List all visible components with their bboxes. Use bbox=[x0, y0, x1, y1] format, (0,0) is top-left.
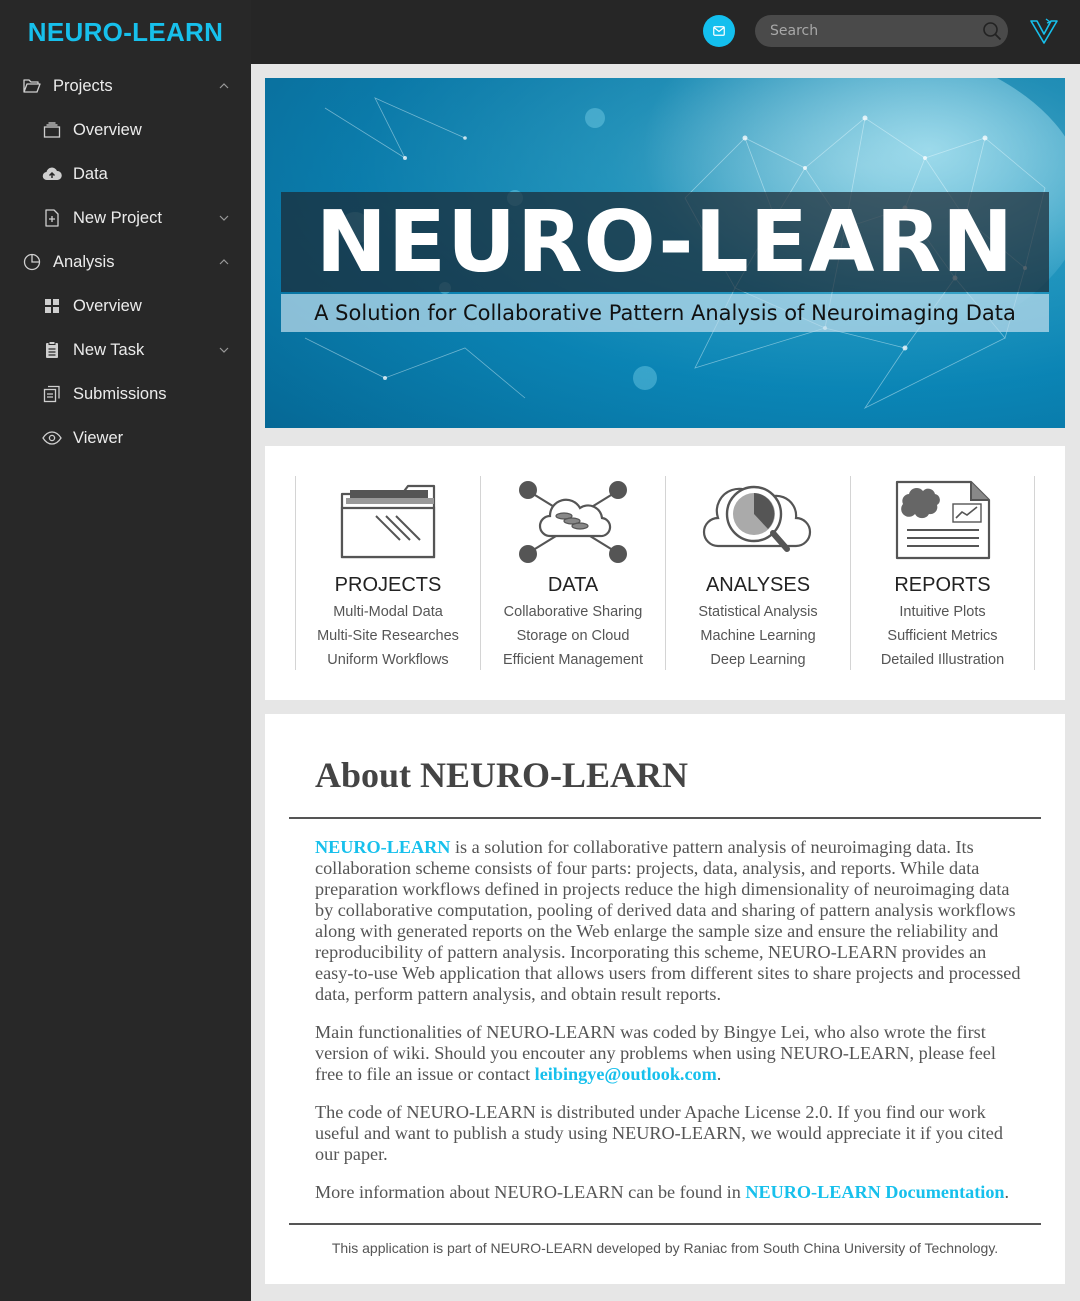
about-text: NEURO-LEARN is a solution for collaborat… bbox=[315, 837, 1025, 1220]
sidebar-item-new-project[interactable]: New Project bbox=[0, 196, 251, 240]
folder-icon bbox=[296, 478, 480, 564]
file-add-icon bbox=[42, 208, 62, 228]
banner-title-box: NEURO-LEARN bbox=[281, 192, 1049, 292]
footer-text: This application is part of NEURO-LEARN … bbox=[331, 1240, 999, 1256]
feature-line: Efficient Management bbox=[503, 652, 643, 668]
feature-line: Multi-Site Researches bbox=[317, 628, 459, 644]
feature-data[interactable]: DATA Collaborative Sharing Storage on Cl… bbox=[480, 476, 665, 670]
banner-title: NEURO-LEARN bbox=[315, 192, 1015, 292]
cloud-search-chart-icon bbox=[666, 478, 850, 564]
pie-chart-icon bbox=[22, 252, 42, 272]
feature-line: Statistical Analysis bbox=[698, 604, 818, 620]
banner-subtitle-box: A Solution for Collaborative Pattern Ana… bbox=[281, 294, 1049, 332]
about-title: About NEURO-LEARN bbox=[315, 755, 689, 795]
paragraph-text: is a solution for collaborative pattern … bbox=[315, 837, 1021, 1004]
sidebar-item-label: Projects bbox=[53, 76, 113, 95]
feature-title: REPORTS bbox=[894, 574, 991, 596]
chevron-down-icon bbox=[217, 343, 231, 357]
feature-line: Detailed Illustration bbox=[880, 652, 1005, 668]
feature-projects[interactable]: PROJECTS Multi-Modal Data Multi-Site Res… bbox=[295, 476, 480, 670]
feature-line: Multi-Modal Data bbox=[333, 604, 443, 620]
paragraph-text: The code of NEURO-LEARN is distributed u… bbox=[315, 1102, 1003, 1164]
mail-icon bbox=[713, 26, 725, 36]
about-paragraph: NEURO-LEARN is a solution for collaborat… bbox=[315, 837, 1025, 1005]
sidebar-item-new-task[interactable]: New Task bbox=[0, 328, 251, 372]
brand-logo[interactable]: NEURO-LEARN bbox=[0, 0, 251, 64]
stack-icon bbox=[42, 120, 62, 140]
feature-line: Machine Learning bbox=[700, 628, 816, 644]
search-input[interactable] bbox=[770, 23, 970, 39]
chevron-down-icon bbox=[217, 211, 231, 225]
features-panel: PROJECTS Multi-Modal Data Multi-Site Res… bbox=[265, 446, 1065, 700]
feature-analyses[interactable]: ANALYSES Statistical Analysis Machine Le… bbox=[665, 476, 850, 670]
feature-line: Storage on Cloud bbox=[516, 628, 630, 644]
top-header bbox=[251, 0, 1080, 64]
sidebar-item-label: Data bbox=[73, 164, 108, 183]
sidebar-item-label: Viewer bbox=[73, 428, 124, 447]
clipboard-icon bbox=[42, 340, 62, 360]
documentation-link[interactable]: NEURO-LEARN Documentation bbox=[745, 1182, 1004, 1202]
vue-logo-icon[interactable] bbox=[1029, 17, 1059, 45]
sidebar-item-label: Overview bbox=[73, 296, 142, 315]
sidebar-item-data[interactable]: Data bbox=[0, 152, 251, 196]
documents-icon bbox=[42, 384, 62, 404]
email-link[interactable]: leibingye@outlook.com bbox=[535, 1064, 717, 1084]
paragraph-end: . bbox=[716, 1064, 722, 1084]
feature-title: ANALYSES bbox=[705, 574, 811, 596]
divider bbox=[289, 817, 1041, 819]
about-paragraph: More information about NEURO-LEARN can b… bbox=[315, 1182, 1025, 1203]
sidebar-item-label: Submissions bbox=[73, 384, 167, 403]
report-document-icon bbox=[851, 478, 1034, 564]
neuro-learn-link[interactable]: NEURO-LEARN bbox=[315, 837, 450, 857]
about-panel: About NEURO-LEARN NEURO-LEARN is a solut… bbox=[265, 714, 1065, 1284]
feature-line: Deep Learning bbox=[710, 652, 806, 668]
paragraph-text: More information about NEURO-LEARN can b… bbox=[315, 1182, 746, 1202]
sidebar-item-analysis-overview[interactable]: Overview bbox=[0, 284, 251, 328]
divider bbox=[289, 1223, 1041, 1225]
sidebar-item-label: New Task bbox=[73, 340, 145, 359]
search-box bbox=[755, 15, 1008, 47]
sidebar-item-viewer[interactable]: Viewer bbox=[0, 416, 251, 460]
chevron-up-icon bbox=[217, 255, 231, 269]
folder-open-icon bbox=[22, 76, 42, 96]
banner-subtitle: A Solution for Collaborative Pattern Ana… bbox=[314, 301, 1016, 325]
sidebar-item-projects[interactable]: Projects bbox=[0, 64, 251, 108]
about-paragraph: The code of NEURO-LEARN is distributed u… bbox=[315, 1102, 1025, 1165]
sidebar-item-projects-overview[interactable]: Overview bbox=[0, 108, 251, 152]
cloud-network-icon bbox=[481, 478, 665, 564]
feature-reports[interactable]: REPORTS Intuitive Plots Sufficient Metri… bbox=[850, 476, 1035, 670]
sidebar-item-label: Analysis bbox=[53, 252, 115, 271]
eye-icon bbox=[42, 428, 62, 448]
sidebar-item-analysis[interactable]: Analysis bbox=[0, 240, 251, 284]
search-icon[interactable] bbox=[982, 21, 1002, 41]
chevron-up-icon bbox=[217, 79, 231, 93]
sidebar: NEURO-LEARN Projects Overview Data New P… bbox=[0, 0, 251, 1301]
feature-title: DATA bbox=[547, 574, 599, 596]
grid-icon bbox=[42, 296, 62, 316]
hero-banner: NEURO-LEARN A Solution for Collaborative… bbox=[265, 78, 1065, 428]
mail-button[interactable] bbox=[703, 15, 735, 47]
about-paragraph: Main functionalities of NEURO-LEARN was … bbox=[315, 1022, 1025, 1085]
sidebar-item-label: New Project bbox=[73, 208, 162, 227]
sidebar-item-submissions[interactable]: Submissions bbox=[0, 372, 251, 416]
feature-line: Uniform Workflows bbox=[327, 652, 449, 668]
feature-line: Intuitive Plots bbox=[899, 604, 986, 620]
sidebar-item-label: Overview bbox=[73, 120, 142, 139]
feature-line: Collaborative Sharing bbox=[503, 604, 643, 620]
feature-title: PROJECTS bbox=[334, 574, 442, 596]
paragraph-end: . bbox=[1004, 1182, 1010, 1202]
cloud-upload-icon bbox=[42, 164, 62, 184]
feature-line: Sufficient Metrics bbox=[887, 628, 998, 644]
